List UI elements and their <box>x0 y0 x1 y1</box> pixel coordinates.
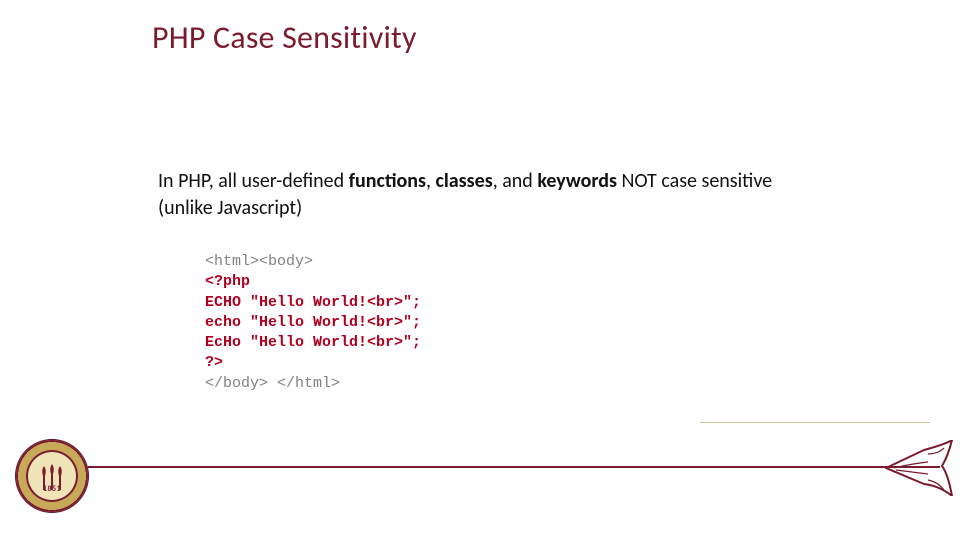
footer-thin-rule <box>700 422 930 423</box>
body-bold-keywords: keywords <box>537 169 617 193</box>
code-line-2: <?php <box>205 273 250 290</box>
body-bold-functions: functions <box>349 169 426 193</box>
slide: { "title": "PHP Case Sensitivity", "body… <box>0 0 960 540</box>
slide-footer: 1851 <box>0 422 960 512</box>
spear-head-icon <box>884 440 954 496</box>
code-line-7: </body> </html> <box>205 375 340 392</box>
body-text-sep2: , and <box>493 169 538 193</box>
university-seal-icon: 1851 <box>16 440 88 512</box>
code-line-3: ECHO "Hello World!<br>"; <box>205 294 421 311</box>
slide-title: PHP Case Sensitivity <box>152 18 417 57</box>
seal-year-label: 1851 <box>26 484 78 494</box>
body-bold-classes: classes <box>436 169 493 193</box>
body-text-sep1: , <box>426 169 436 193</box>
code-line-1: <html><body> <box>205 253 313 270</box>
code-line-4: echo "Hello World!<br>"; <box>205 314 421 331</box>
code-line-6: ?> <box>205 354 223 371</box>
body-text-pre: In PHP, all user-defined <box>158 169 349 193</box>
seal-inner-disc: 1851 <box>26 450 78 502</box>
body-paragraph: In PHP, all user-defined functions, clas… <box>158 168 798 222</box>
code-line-5: EcHo "Hello World!<br>"; <box>205 334 421 351</box>
footer-divider <box>88 466 940 468</box>
code-block: <html><body> <?php ECHO "Hello World!<br… <box>205 252 421 394</box>
